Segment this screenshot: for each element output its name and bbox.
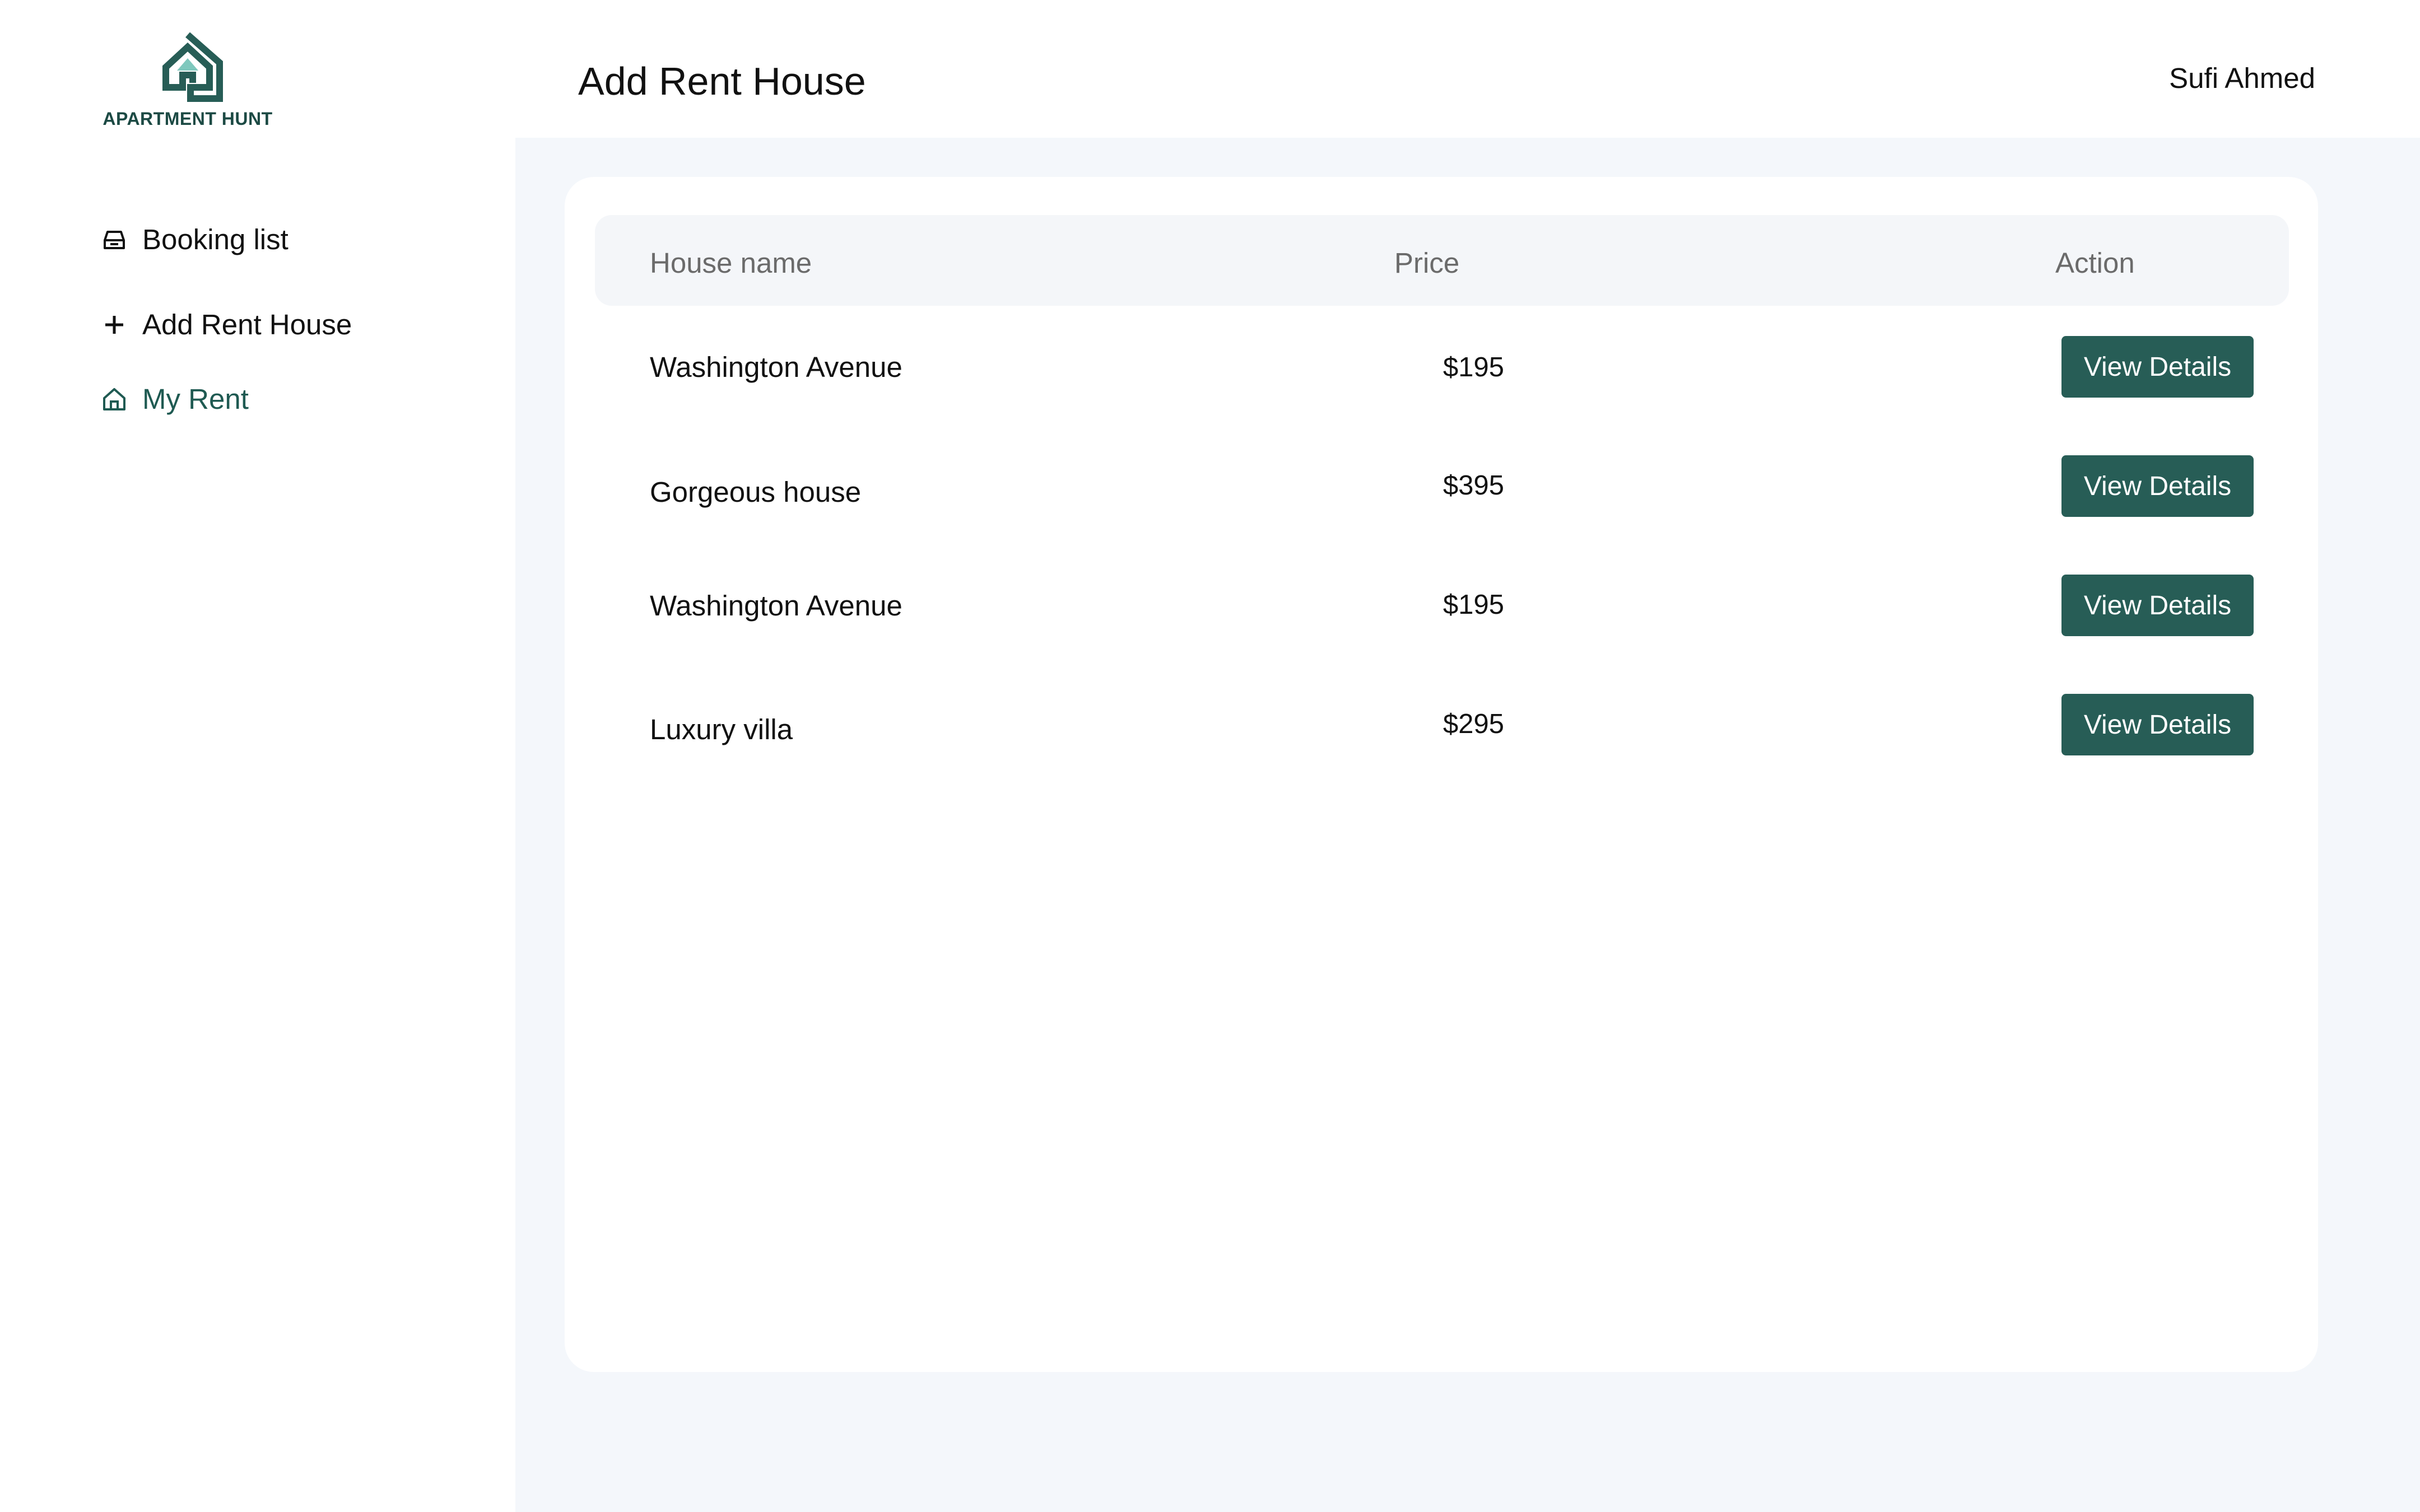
header: Add Rent House Sufi Ahmed: [515, 0, 2420, 138]
sidebar-item-add-rent-house[interactable]: Add Rent House: [101, 308, 352, 341]
house-price: $195: [1443, 352, 1505, 382]
table-row: Washington Avenue $195 View Details: [565, 336, 2318, 398]
view-details-button[interactable]: View Details: [2061, 336, 2254, 398]
logo[interactable]: APARTMENT HUNT: [101, 31, 274, 129]
sidebar-item-label: Booking list: [142, 223, 288, 255]
brand-name: APARTMENT HUNT: [103, 109, 273, 129]
house-logo-icon: [162, 32, 223, 102]
main-content: House name Price Action Washington Avenu…: [515, 138, 2420, 1512]
plus-icon: [101, 311, 128, 338]
rent-table-card: House name Price Action Washington Avenu…: [565, 177, 2318, 1372]
home-icon: [101, 386, 128, 413]
table-header: House name Price Action: [595, 215, 2289, 306]
house-price: $195: [1443, 590, 1505, 620]
view-details-button[interactable]: View Details: [2061, 694, 2254, 755]
house-name: Luxury villa: [650, 713, 793, 745]
sidebar: APARTMENT HUNT Booking list Add Rent Hou…: [0, 0, 515, 1512]
house-name: Washington Avenue: [650, 351, 902, 383]
sidebar-item-my-rent[interactable]: My Rent: [101, 382, 249, 416]
sidebar-item-booking-list[interactable]: Booking list: [101, 223, 288, 256]
column-header-action: Action: [2055, 247, 2135, 279]
user-name[interactable]: Sufi Ahmed: [2169, 62, 2315, 95]
view-details-button[interactable]: View Details: [2061, 455, 2254, 517]
view-details-button[interactable]: View Details: [2061, 575, 2254, 636]
table-row: Washington Avenue $195 View Details: [565, 575, 2318, 636]
table-row: Luxury villa $295 View Details: [565, 694, 2318, 755]
house-price: $395: [1443, 470, 1505, 501]
column-header-price: Price: [1394, 247, 1460, 279]
house-price: $295: [1443, 709, 1505, 739]
house-name: Gorgeous house: [650, 476, 862, 508]
house-name: Washington Avenue: [650, 590, 902, 622]
inbox-icon: [101, 226, 128, 253]
column-header-house-name: House name: [650, 247, 812, 279]
table-row: Gorgeous house $395 View Details: [565, 455, 2318, 517]
sidebar-item-label: My Rent: [142, 383, 249, 415]
page-title: Add Rent House: [578, 59, 866, 103]
sidebar-item-label: Add Rent House: [142, 309, 352, 340]
